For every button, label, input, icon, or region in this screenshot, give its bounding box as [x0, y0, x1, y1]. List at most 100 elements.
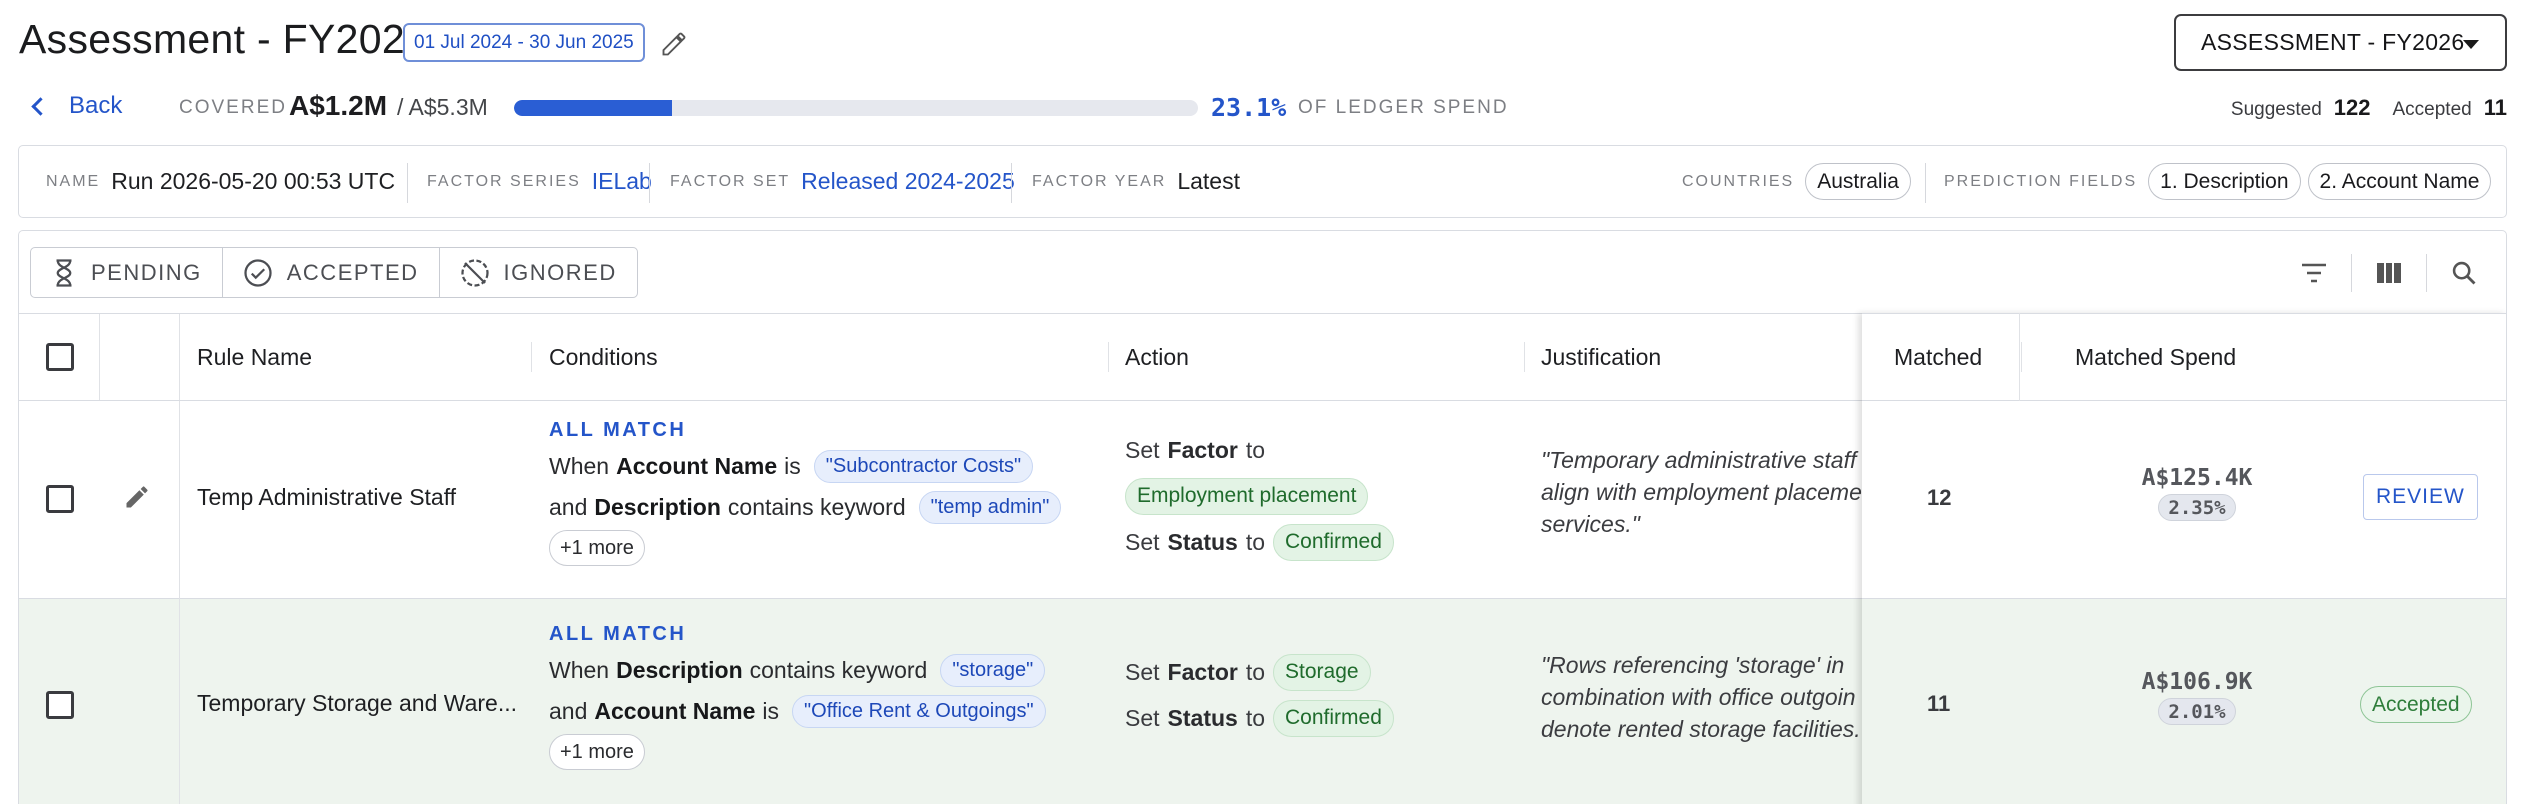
action-line: Set Status to Confirmed	[1125, 519, 1394, 565]
back-link[interactable]: Back	[28, 92, 122, 120]
tab-ignored[interactable]: IGNORED	[440, 248, 637, 297]
country-pill: Australia	[1805, 163, 1911, 200]
pencil-icon	[662, 32, 685, 55]
matched-count: 12	[1927, 485, 1952, 510]
suggested-label: Suggested	[2230, 99, 2322, 120]
action-to: to	[1245, 436, 1266, 463]
column-justification[interactable]: Justification	[1541, 314, 1661, 400]
action-field: Status	[1167, 704, 1238, 731]
divider	[1925, 163, 1926, 203]
action-to: to	[1245, 704, 1266, 731]
pinned-row: 11 A$106.9K 2.01% Accepted	[1862, 599, 2506, 804]
run-name-field: NAME Run 2026-05-20 00:53 UTC	[46, 146, 395, 217]
divider	[1011, 163, 1012, 203]
condition-operator: is	[762, 698, 780, 724]
run-name-label: NAME	[46, 172, 101, 190]
coverage-percent: 23.1%	[1211, 93, 1287, 122]
edit-title-button[interactable]	[657, 27, 690, 60]
coverage-percent-label: OF LEDGER SPEND	[1298, 97, 1509, 118]
countries-field: COUNTRIES Australia	[1682, 146, 1918, 217]
prediction-field-pill: 2. Account Name	[2307, 163, 2492, 200]
factor-series-link[interactable]: IELab	[592, 168, 652, 195]
action-field: Status	[1167, 528, 1238, 555]
justification-line: "Rows referencing 'storage' in	[1541, 652, 1845, 678]
column-rule-name[interactable]: Rule Name	[197, 314, 312, 400]
tab-accepted[interactable]: ACCEPTED	[223, 248, 440, 297]
tab-pending-label: PENDING	[91, 259, 202, 285]
action-field: Factor	[1167, 658, 1238, 685]
column-conditions[interactable]: Conditions	[549, 314, 658, 400]
caret-down-icon	[2463, 40, 2479, 49]
condition-field: Description	[594, 494, 721, 520]
columns-icon	[2377, 263, 2401, 283]
rule-name: Temporary Storage and Ware...	[197, 690, 518, 716]
more-conditions-chip[interactable]: +1 more	[549, 734, 645, 770]
justification-text: "Temporary administrative staff align wi…	[1541, 444, 1862, 540]
matched-spend-cell: A$125.4K 2.35%	[2097, 465, 2297, 521]
search-button[interactable]	[2444, 253, 2484, 293]
tab-pending[interactable]: PENDING	[31, 248, 223, 297]
filter-icon	[2302, 263, 2326, 283]
justification-line: services."	[1541, 511, 1640, 537]
action-to: to	[1245, 528, 1266, 555]
matched-count: 11	[1927, 691, 1951, 716]
action-prefix: Set	[1125, 436, 1160, 463]
conditions-cell: ALL MATCH When Account Name is "Subcontr…	[549, 419, 1062, 566]
matched-spend-value: A$125.4K	[2141, 465, 2253, 491]
factor-set-link[interactable]: Released 2024-2025	[801, 168, 1015, 195]
action-prefix: Set	[1125, 528, 1160, 555]
divider	[407, 163, 408, 203]
column-action[interactable]: Action	[1125, 314, 1189, 400]
factor-year-value: Latest	[1177, 168, 1240, 194]
pencil-icon	[126, 486, 148, 508]
covered-value: A$1.2M	[289, 90, 388, 121]
divider	[179, 599, 180, 804]
action-value-chip: Employment placement	[1125, 477, 1369, 515]
action-line: Set Factor to	[1125, 427, 1394, 473]
spend-percent-badge: 2.01%	[2158, 698, 2236, 725]
action-line: Set Factor to Storage	[1125, 649, 1394, 695]
justification-line: align with employment placeme	[1541, 479, 1862, 505]
justification-line: "Temporary administrative staff	[1541, 447, 1857, 473]
condition-operator: contains keyword	[727, 494, 906, 520]
chevron-left-icon	[31, 96, 50, 116]
factor-year-field: FACTOR YEAR Latest	[1032, 146, 1240, 217]
divider	[179, 314, 180, 400]
rules-table-card: PENDING ACCEPTED IGNORED Rule Name Condi…	[18, 230, 2507, 804]
suggestion-counts: Suggested 122 Accepted 11	[2231, 95, 2507, 121]
justification-text: "Rows referencing 'storage' in combinati…	[1541, 649, 1862, 745]
divider	[531, 342, 532, 372]
review-button[interactable]: REVIEW	[2363, 474, 2478, 520]
run-name-value: Run 2026-05-20 00:53 UTC	[111, 168, 396, 194]
factor-set-field: FACTOR SET Released 2024-2025	[670, 146, 1015, 217]
condition-operator: contains keyword	[749, 657, 928, 683]
action-value-chip: Confirmed	[1273, 699, 1394, 737]
condition-prefix: When	[549, 453, 610, 479]
action-field: Factor	[1167, 436, 1238, 463]
row-checkbox[interactable]	[46, 485, 74, 513]
suggested-count: 122	[2333, 95, 2371, 120]
columns-button[interactable]	[2369, 253, 2409, 293]
factor-series-field: FACTOR SERIES IELab	[427, 146, 652, 217]
assessment-select[interactable]: ASSESSMENT - FY2026	[2174, 14, 2507, 71]
divider	[2019, 313, 2020, 401]
condition-field: Account Name	[616, 453, 778, 479]
ignore-circle-icon	[460, 258, 489, 287]
rule-name: Temp Administrative Staff	[197, 484, 457, 510]
condition-operator: is	[784, 453, 801, 479]
accepted-status-badge[interactable]: Accepted	[2360, 686, 2472, 723]
edit-rule-button[interactable]	[123, 483, 151, 516]
condition-prefix: and	[549, 494, 588, 520]
accepted-count: 11	[2483, 95, 2507, 120]
condition-line: and Account Name is "Office Rent & Outgo…	[549, 691, 1046, 732]
filter-button[interactable]	[2294, 253, 2334, 293]
action-line: Employment placement	[1117, 473, 1394, 519]
condition-prefix: and	[549, 698, 588, 724]
coverage-progress-fill	[514, 100, 672, 116]
page-title: Assessment - FY2026	[19, 16, 429, 62]
covered-label: COVERED	[179, 97, 287, 118]
row-checkbox[interactable]	[46, 691, 74, 719]
select-all-checkbox[interactable]	[46, 314, 74, 400]
date-range-chip: 01 Jul 2024 - 30 Jun 2025	[403, 23, 645, 62]
more-conditions-chip[interactable]: +1 more	[549, 530, 645, 566]
